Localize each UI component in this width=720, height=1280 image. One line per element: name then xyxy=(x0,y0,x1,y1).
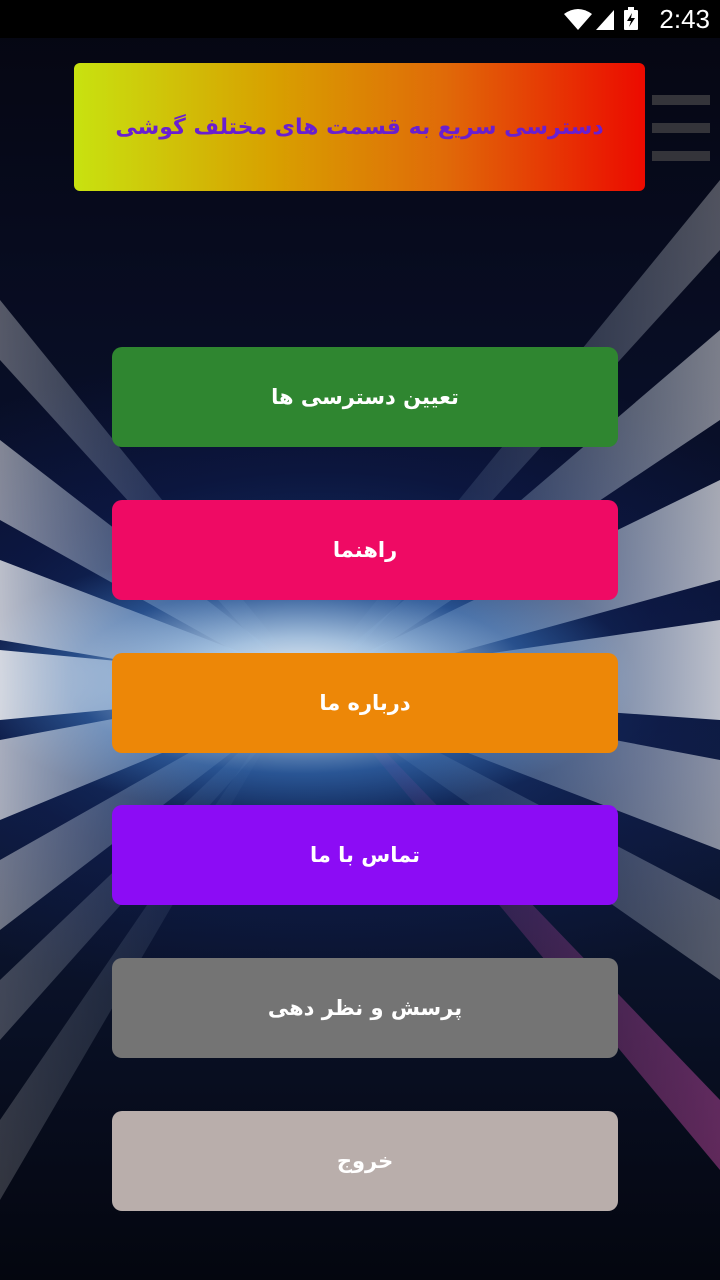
status-icons xyxy=(564,7,638,30)
status-time: 2:43 xyxy=(659,4,710,34)
signal-icon xyxy=(596,10,614,30)
exit-button[interactable]: خروج xyxy=(112,1111,618,1211)
about-us-button[interactable]: درباره ما xyxy=(112,653,618,753)
permissions-button[interactable]: تعیین دسترسی ها xyxy=(112,347,618,447)
guide-button[interactable]: راهنما xyxy=(112,500,618,600)
background-light-streaks-image xyxy=(0,0,720,1280)
contact-us-button[interactable]: تماس با ما xyxy=(112,805,618,905)
feedback-button[interactable]: پرسش و نظر دهی xyxy=(112,958,618,1058)
header-banner: دسترسی سریع به قسمت های مختلف گوشی xyxy=(74,63,645,191)
battery-charging-icon xyxy=(624,7,638,30)
wifi-icon xyxy=(564,9,592,30)
header-title: دسترسی سریع به قسمت های مختلف گوشی xyxy=(115,114,604,140)
hamburger-menu-icon[interactable] xyxy=(652,95,710,161)
status-bar: 2:43 xyxy=(0,0,720,38)
